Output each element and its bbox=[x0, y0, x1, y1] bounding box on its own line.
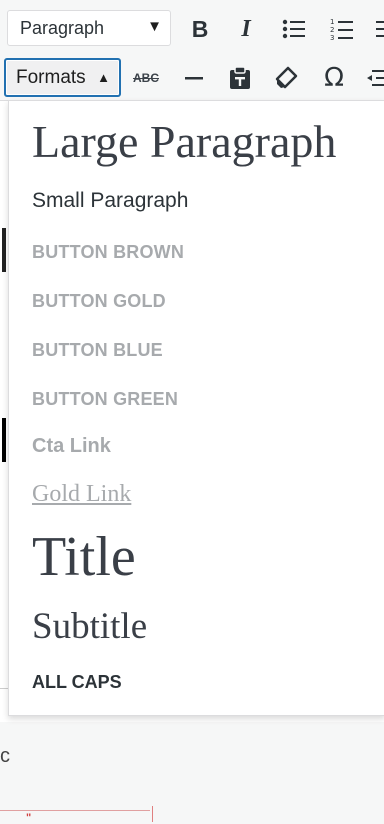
format-button-green[interactable]: BUTTON GREEN bbox=[32, 389, 178, 410]
numbered-list-button[interactable]: 1 2 3 bbox=[322, 11, 362, 47]
format-subtitle[interactable]: Subtitle bbox=[32, 605, 147, 648]
bulleted-list-icon bbox=[282, 19, 305, 39]
formats-dropdown-menu: Large Paragraph Small Paragraph BUTTON B… bbox=[8, 100, 384, 716]
strikethrough-button[interactable]: ABC bbox=[126, 60, 166, 96]
chevron-down-icon: ▼ bbox=[147, 18, 162, 35]
outdent-icon bbox=[367, 70, 384, 86]
svg-text:3: 3 bbox=[330, 34, 334, 41]
editor-underline bbox=[0, 810, 150, 811]
format-button-gold[interactable]: BUTTON GOLD bbox=[32, 291, 166, 312]
align-button[interactable] bbox=[364, 11, 384, 47]
svg-text:2: 2 bbox=[330, 26, 334, 34]
format-small-paragraph[interactable]: Small Paragraph bbox=[32, 189, 188, 213]
clear-formatting-button[interactable] bbox=[266, 60, 306, 96]
block-format-value: Paragraph bbox=[20, 17, 105, 38]
paste-as-text-button[interactable] bbox=[220, 60, 260, 96]
editor-cursor-line bbox=[152, 806, 153, 822]
editor-divider bbox=[0, 688, 8, 689]
format-large-paragraph[interactable]: Large Paragraph bbox=[32, 115, 336, 168]
horizontal-line-icon bbox=[185, 77, 203, 80]
format-button-blue[interactable]: BUTTON BLUE bbox=[32, 340, 163, 361]
numbered-list-icon: 1 2 3 bbox=[330, 18, 353, 41]
format-title[interactable]: Title bbox=[32, 525, 136, 589]
format-gold-link[interactable]: Gold Link bbox=[32, 481, 131, 508]
bold-button[interactable]: B bbox=[180, 11, 220, 47]
editor-fragment bbox=[2, 418, 6, 462]
formats-button-label: Formats bbox=[16, 66, 86, 88]
horizontal-line-button[interactable] bbox=[174, 60, 214, 96]
strikethrough-icon: ABC bbox=[133, 71, 159, 85]
italic-button[interactable]: I bbox=[226, 11, 266, 47]
caret-up-icon: ▲ bbox=[97, 70, 110, 85]
special-character-button[interactable]: Ω bbox=[314, 60, 354, 96]
bold-icon: B bbox=[191, 15, 209, 42]
format-button-brown[interactable]: BUTTON BROWN bbox=[32, 242, 184, 263]
italic-icon: I bbox=[241, 15, 251, 42]
outdent-button[interactable] bbox=[364, 60, 384, 96]
paste-text-icon bbox=[230, 66, 250, 89]
format-all-caps[interactable]: ALL CAPS bbox=[32, 672, 122, 693]
editor-toolbar: Paragraph ▼ B I 1 2 3 Formats ▲ ABC Ω bbox=[0, 0, 384, 101]
editor-mark-fragment: " bbox=[26, 812, 32, 824]
formats-button[interactable]: Formats ▲ bbox=[4, 58, 121, 97]
editor-text-fragment: c bbox=[0, 745, 10, 767]
block-format-select[interactable]: Paragraph ▼ bbox=[7, 10, 171, 46]
format-cta-link[interactable]: Cta Link bbox=[32, 435, 111, 458]
omega-icon: Ω bbox=[324, 63, 344, 93]
align-icon bbox=[376, 21, 384, 37]
eraser-icon bbox=[275, 66, 298, 89]
svg-text:1: 1 bbox=[330, 18, 334, 26]
editor-fragment bbox=[2, 228, 6, 272]
bulleted-list-button[interactable] bbox=[274, 11, 314, 47]
